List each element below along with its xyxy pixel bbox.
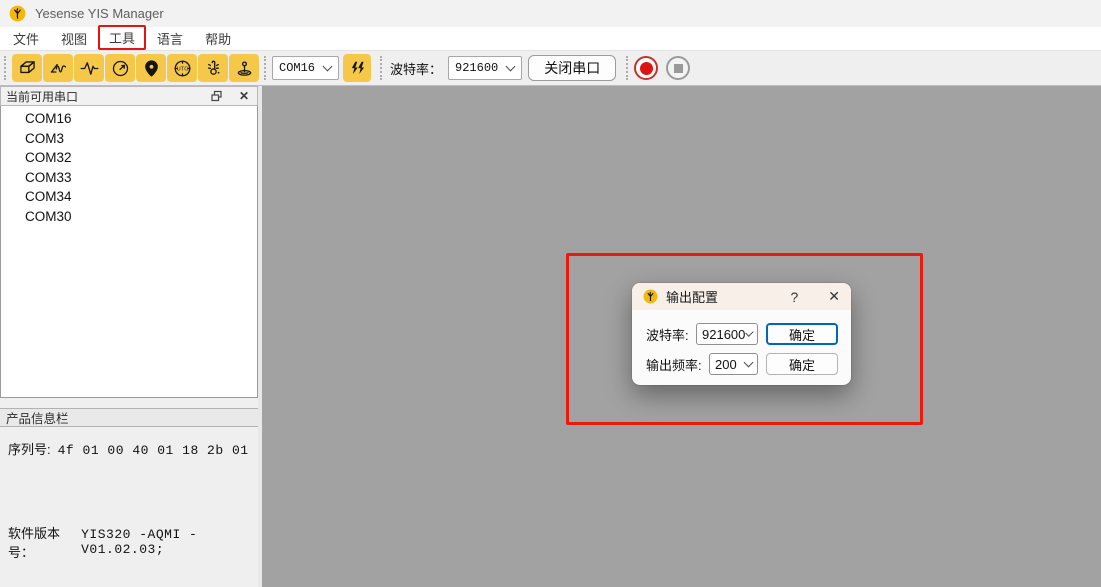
menu-view[interactable]: 视图 bbox=[50, 26, 98, 51]
baud-rate-label: 波特率： bbox=[390, 59, 442, 78]
port-select-value: COM16 bbox=[279, 61, 315, 75]
dock-header: 当前可用串口 ✕ bbox=[0, 86, 258, 106]
software-version-value: YIS320 -AQMI -V01.02.03; bbox=[81, 527, 250, 557]
toolbar-grip[interactable] bbox=[264, 56, 267, 80]
location-pin-icon bbox=[141, 58, 162, 79]
port-list-item[interactable]: COM33 bbox=[1, 168, 257, 188]
baud-rate-select[interactable]: 921600 bbox=[448, 56, 522, 80]
port-list-item[interactable]: COM30 bbox=[1, 207, 257, 227]
refresh-ports-button[interactable] bbox=[343, 54, 371, 82]
pulse-wave-button[interactable] bbox=[74, 54, 104, 82]
stop-icon bbox=[674, 64, 683, 73]
window-title: Yesense YIS Manager bbox=[35, 6, 164, 21]
port-select[interactable]: COM16 bbox=[272, 56, 339, 80]
yesense-logo-icon bbox=[9, 5, 26, 22]
dialog-title: 输出配置 bbox=[666, 287, 790, 306]
dialog-output-rate-select[interactable]: 200 bbox=[709, 353, 758, 375]
gauge-button[interactable] bbox=[105, 54, 135, 82]
gauge-icon bbox=[110, 58, 131, 79]
toolbar-grip[interactable] bbox=[626, 56, 629, 80]
baud-rate-value: 921600 bbox=[455, 61, 498, 75]
baud-rate-config-row: 波特率: 921600 确定 bbox=[646, 323, 851, 345]
dialog-output-rate-label: 输出频率: bbox=[646, 355, 709, 374]
menu-file[interactable]: 文件 bbox=[2, 26, 50, 51]
dialog-baud-label: 波特率: bbox=[646, 325, 696, 344]
baud-confirm-button[interactable]: 确定 bbox=[766, 323, 838, 345]
menu-tools[interactable]: 工具 bbox=[98, 25, 146, 50]
close-icon[interactable]: ✕ bbox=[236, 89, 252, 103]
port-list-item[interactable]: COM16 bbox=[1, 109, 257, 129]
toolbar: UTC COM16 波特率： 921600 关闭串口 bbox=[0, 50, 1101, 86]
dock-title: 当前可用串口 bbox=[6, 88, 209, 105]
serial-port-dock: 当前可用串口 ✕ COM16 COM3 COM32 COM33 COM34 CO… bbox=[0, 86, 258, 587]
dialog-baud-value: 921600 bbox=[702, 327, 745, 342]
serial-number-row: 序列号: 4f 01 00 40 01 18 2b 01 bbox=[8, 439, 250, 458]
port-list-item[interactable]: COM32 bbox=[1, 148, 257, 168]
cube-3d-icon bbox=[17, 58, 38, 79]
software-version-row: 软件版本号： YIS320 -AQMI -V01.02.03; bbox=[8, 523, 250, 561]
stop-button[interactable] bbox=[666, 56, 690, 80]
pulse-wave-icon bbox=[79, 58, 100, 79]
chevron-down-icon bbox=[744, 358, 754, 368]
chevron-down-icon bbox=[323, 62, 333, 72]
menu-language[interactable]: 语言 bbox=[146, 26, 194, 51]
dialog-close-icon[interactable]: ✕ bbox=[828, 288, 840, 305]
attitude-wave-button[interactable] bbox=[43, 54, 73, 82]
port-list: COM16 COM3 COM32 COM33 COM34 COM30 bbox=[0, 106, 258, 398]
product-info-body: 序列号: 4f 01 00 40 01 18 2b 01 软件版本号： YIS3… bbox=[0, 427, 258, 587]
output-rate-confirm-button[interactable]: 确定 bbox=[766, 353, 838, 375]
cube-3d-button[interactable] bbox=[12, 54, 42, 82]
record-icon bbox=[640, 62, 653, 75]
dialog-help-button[interactable]: ? bbox=[790, 289, 798, 305]
thermometer-button[interactable] bbox=[198, 54, 228, 82]
chevron-down-icon bbox=[746, 328, 754, 336]
product-info-header: 产品信息栏 bbox=[0, 408, 258, 427]
software-version-label: 软件版本号： bbox=[8, 523, 74, 561]
thermometer-icon bbox=[203, 58, 224, 79]
toolbar-grip[interactable] bbox=[380, 56, 383, 80]
serial-number-value: 4f 01 00 40 01 18 2b 01 bbox=[58, 443, 249, 458]
location-button[interactable] bbox=[136, 54, 166, 82]
dialog-baud-select[interactable]: 921600 bbox=[696, 323, 758, 345]
title-bar: Yesense YIS Manager bbox=[0, 0, 1101, 27]
joystick-icon bbox=[234, 58, 255, 79]
menu-bar: 文件 视图 工具 语言 帮助 bbox=[0, 27, 1101, 50]
dialog-output-rate-value: 200 bbox=[715, 357, 743, 372]
close-serial-port-button[interactable]: 关闭串口 bbox=[528, 55, 616, 81]
port-list-item[interactable]: COM34 bbox=[1, 187, 257, 207]
port-list-item[interactable]: COM3 bbox=[1, 129, 257, 149]
utc-clock-button[interactable]: UTC bbox=[167, 54, 197, 82]
double-lightning-icon bbox=[348, 59, 367, 78]
float-window-icon[interactable] bbox=[209, 89, 224, 103]
dialog-title-bar[interactable]: 输出配置 ? ✕ bbox=[632, 283, 851, 310]
chevron-down-icon bbox=[506, 62, 516, 72]
output-config-dialog: 输出配置 ? ✕ 波特率: 921600 确定 输出频率: 200 确定 bbox=[632, 283, 851, 385]
serial-number-label: 序列号: bbox=[8, 439, 51, 458]
output-rate-config-row: 输出频率: 200 确定 bbox=[646, 353, 851, 375]
menu-help[interactable]: 帮助 bbox=[194, 26, 242, 51]
attitude-wave-icon bbox=[48, 58, 69, 79]
toolbar-grip[interactable] bbox=[4, 56, 7, 80]
utc-clock-icon: UTC bbox=[172, 58, 193, 79]
joystick-button[interactable] bbox=[229, 54, 259, 82]
record-button[interactable] bbox=[634, 56, 658, 80]
svg-text:UTC: UTC bbox=[176, 66, 188, 72]
yesense-logo-icon bbox=[643, 289, 658, 304]
